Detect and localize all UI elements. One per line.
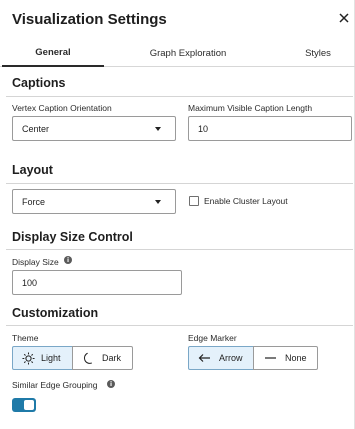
edge-marker-label: Edge Marker: [188, 333, 237, 343]
customization-section-title: Customization: [12, 306, 99, 320]
theme-dark-option[interactable]: Dark: [72, 346, 133, 370]
display-size-input[interactable]: 100: [12, 270, 182, 295]
tab-graph-exploration[interactable]: Graph Exploration: [128, 40, 248, 67]
layout-section-title: Layout: [12, 163, 53, 177]
close-icon[interactable]: [339, 13, 349, 23]
display-size-label: Display Size: [12, 257, 59, 267]
edge-marker-arrow-label: Arrow: [219, 353, 243, 363]
chevron-down-icon: [155, 127, 161, 131]
arrow-left-icon: [198, 354, 210, 362]
enable-cluster-layout-checkbox[interactable]: [189, 196, 199, 206]
vertex-caption-orientation-value: Center: [22, 123, 50, 134]
dash-icon: [265, 357, 276, 359]
sun-icon: [22, 351, 35, 365]
edge-marker-none-label: None: [285, 353, 307, 363]
edge-marker-none-option[interactable]: None: [253, 346, 318, 370]
theme-label: Theme: [12, 333, 39, 343]
max-visible-caption-length-value: 10: [198, 123, 209, 134]
theme-dark-label: Dark: [102, 353, 122, 363]
theme-light-option[interactable]: Light: [12, 346, 73, 370]
display-size-value: 100: [22, 277, 38, 288]
info-icon[interactable]: i: [107, 380, 115, 388]
vertex-caption-orientation-select[interactable]: Center: [12, 116, 176, 141]
vertex-caption-orientation-label: Vertex Caption Orientation: [12, 103, 112, 113]
layout-select[interactable]: Force: [12, 189, 176, 214]
section-divider: [6, 325, 353, 326]
edge-marker-arrow-option[interactable]: Arrow: [188, 346, 254, 370]
tab-bar: General Graph Exploration Styles: [0, 40, 355, 67]
visualization-settings-panel: Visualization Settings General Graph Exp…: [0, 0, 355, 429]
chevron-down-icon: [155, 200, 161, 204]
info-icon[interactable]: i: [64, 256, 72, 264]
section-divider: [6, 183, 353, 184]
enable-cluster-layout-label[interactable]: Enable Cluster Layout: [204, 196, 288, 206]
section-divider: [6, 96, 353, 97]
captions-section-title: Captions: [12, 76, 66, 90]
similar-edge-grouping-label: Similar Edge Grouping: [12, 380, 98, 390]
tab-styles[interactable]: Styles: [286, 40, 350, 67]
max-visible-caption-length-label: Maximum Visible Caption Length: [188, 103, 313, 113]
toggle-knob: [24, 400, 34, 410]
layout-value: Force: [22, 196, 46, 207]
tab-general[interactable]: General: [2, 40, 104, 67]
section-divider: [6, 249, 353, 250]
similar-edge-grouping-toggle[interactable]: [12, 398, 36, 412]
theme-light-label: Light: [41, 353, 61, 363]
max-visible-caption-length-input[interactable]: 10: [188, 116, 352, 141]
moon-icon: [83, 352, 93, 364]
display-size-section-title: Display Size Control: [12, 230, 133, 244]
panel-title: Visualization Settings: [12, 11, 167, 28]
